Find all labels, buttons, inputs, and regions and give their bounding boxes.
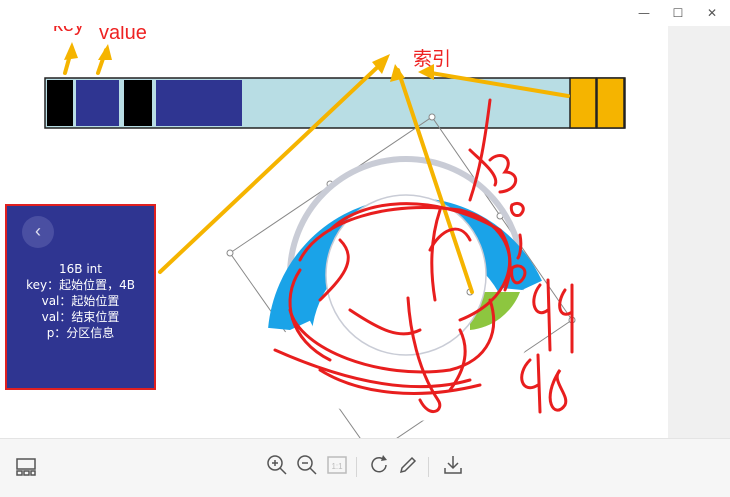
zoom-in-icon[interactable] [265, 453, 289, 477]
value-block-2 [156, 80, 242, 126]
value-block [76, 80, 119, 126]
info-line: key：起始位置，4B [26, 278, 135, 292]
index-annotation: 索引 [413, 48, 452, 70]
title-bar: — ☐ ✕ [0, 0, 730, 26]
viewer-toolbar: 1:1 [0, 438, 730, 497]
image-canvas: key value 索引 ‹ 16B int key：起始位置，4B val：起… [0, 26, 668, 438]
svg-text:1:1: 1:1 [331, 462, 343, 471]
info-line: p：分区信息 [46, 326, 115, 340]
index-block [569, 77, 597, 129]
info-line: val：结束位置 [41, 310, 120, 324]
thumbnails-icon[interactable] [14, 455, 38, 479]
info-line: 16B int [59, 262, 102, 276]
chevron-left-icon[interactable]: ‹ [22, 216, 54, 248]
info-box: ‹ 16B int key：起始位置，4B val：起始位置 val：结束位置 … [5, 204, 156, 390]
download-icon[interactable] [441, 453, 465, 477]
toolbar-separator [356, 457, 357, 477]
toolbar-separator [428, 457, 429, 477]
actual-size-icon[interactable]: 1:1 [325, 453, 349, 477]
value-annotation: value [99, 26, 147, 44]
key-block-2 [124, 80, 152, 126]
key-block [47, 80, 73, 126]
info-line: val：起始位置 [41, 294, 120, 308]
minimize-button[interactable]: — [634, 4, 654, 22]
key-annotation: key [53, 26, 84, 37]
maximize-button[interactable]: ☐ [668, 4, 688, 22]
info-lines: 16B int key：起始位置，4B val：起始位置 val：结束位置 p：… [7, 261, 154, 341]
close-button[interactable]: ✕ [702, 4, 722, 22]
side-panel [668, 26, 730, 438]
index-block-2 [596, 77, 625, 129]
zoom-out-icon[interactable] [295, 453, 319, 477]
rotate-icon[interactable] [367, 453, 391, 477]
edit-pen-icon[interactable] [396, 453, 420, 477]
